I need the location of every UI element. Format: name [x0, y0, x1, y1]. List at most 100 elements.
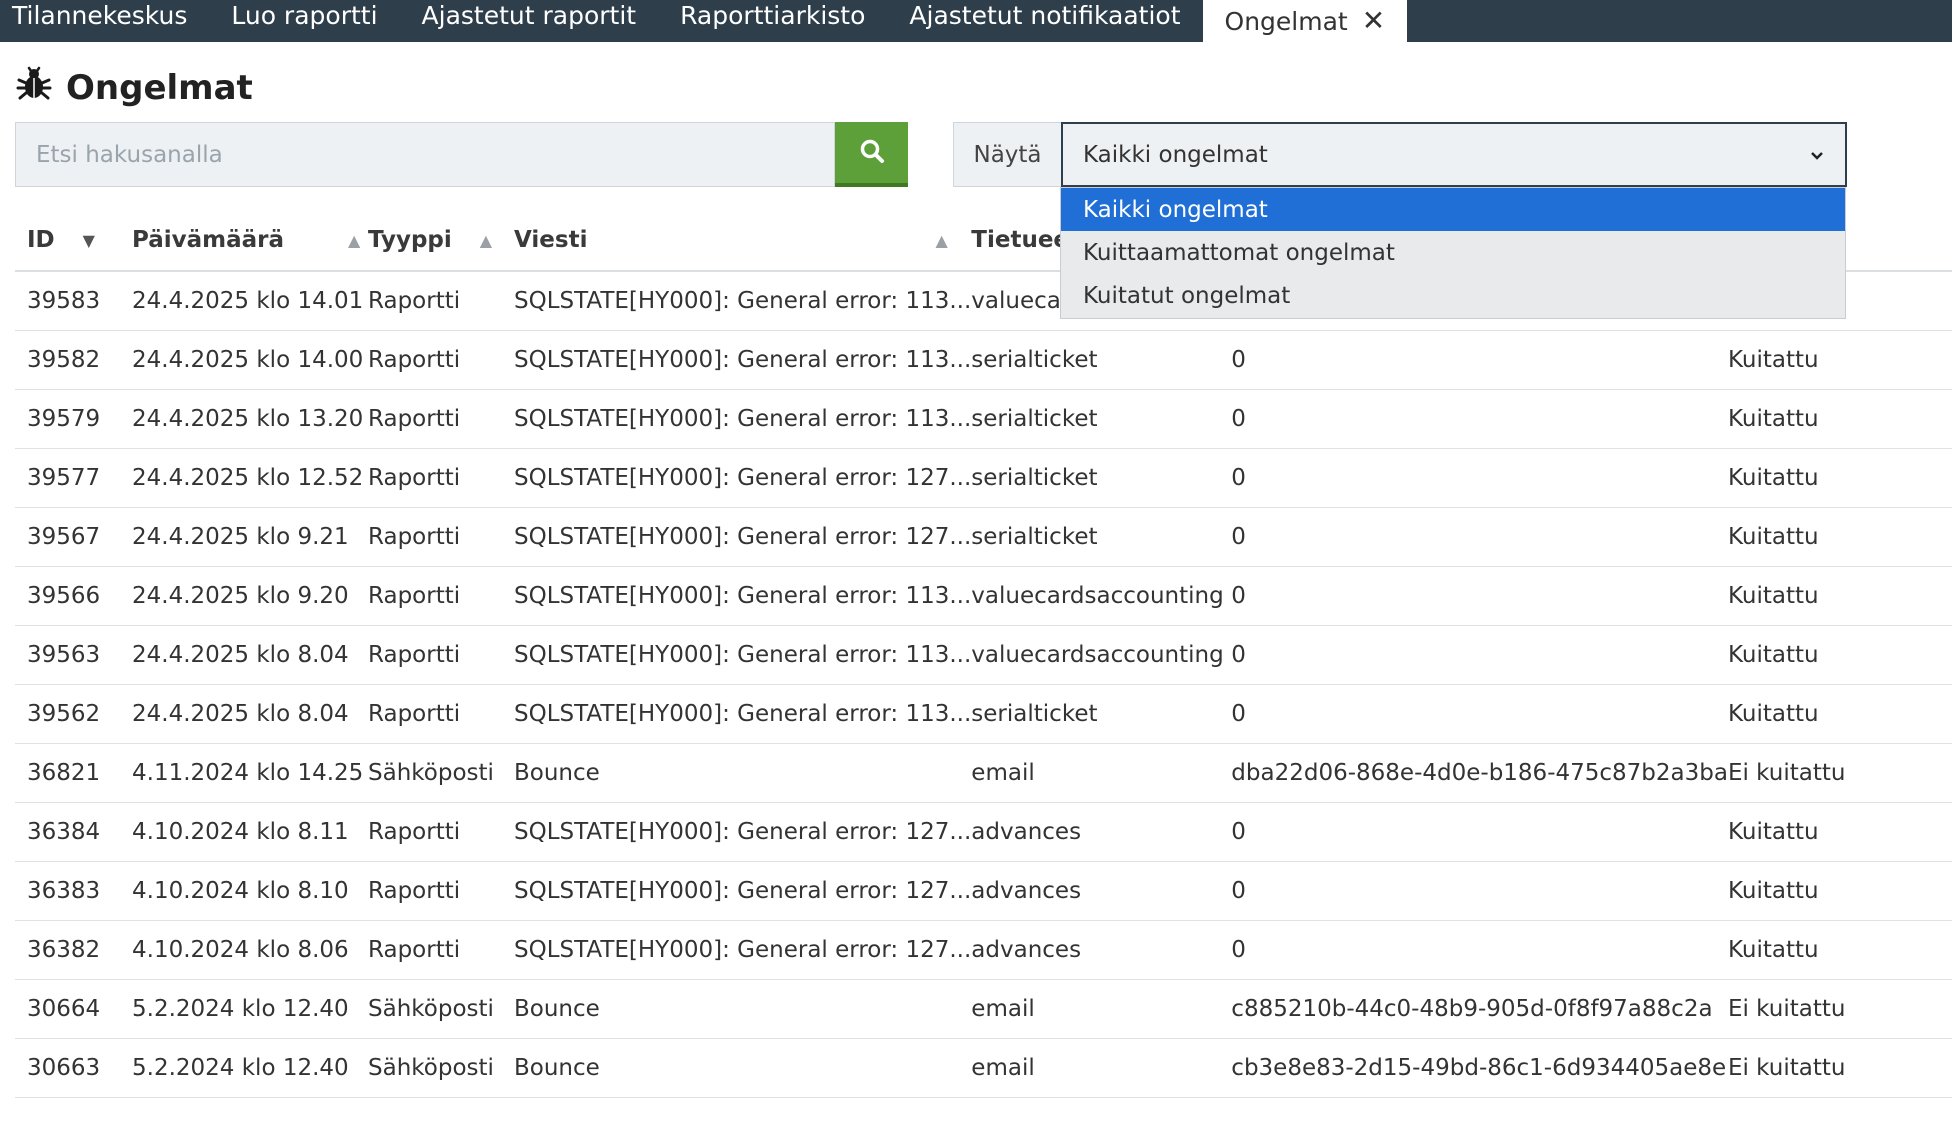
cell-message: SQLSTATE[HY000]: General error: 113... [514, 389, 972, 449]
cell-record: serialticket [971, 330, 1232, 390]
page-title-text: Ongelmat [66, 68, 253, 108]
cell-type: Raportti [368, 684, 514, 744]
cell-id: 39577 [15, 448, 132, 508]
issues-table: ID ▼ Päivämäärä ▲ Tyyppi ▲ Viesti ▲ Tiet… [15, 210, 1952, 1098]
cell-message: SQLSTATE[HY000]: General error: 113... [514, 271, 972, 331]
tab-luo-raportti[interactable]: Luo raportti [209, 0, 399, 36]
cell-date: 24.4.2025 klo 8.04 [132, 625, 368, 685]
cell-status: Kuitattu [1727, 389, 1952, 449]
cell-reference: 0 [1231, 802, 1728, 862]
cell-date: 24.4.2025 klo 14.00 [132, 330, 368, 390]
cell-record: email [971, 1038, 1232, 1098]
cell-reference: 0 [1231, 507, 1728, 567]
table-row[interactable]: 39562 24.4.2025 klo 8.04 Raportti SQLSTATE[… [15, 684, 1952, 744]
tab-tilannekeskus[interactable]: Tilannekeskus [0, 0, 209, 36]
cell-date: 5.2.2024 klo 12.40 [132, 979, 368, 1039]
cell-date: 5.2.2024 klo 12.40 [132, 1038, 368, 1098]
cell-message: SQLSTATE[HY000]: General error: 113... [514, 625, 972, 685]
sort-asc-icon: ▲ [479, 231, 493, 250]
column-header-date[interactable]: Päivämäärä ▲ [132, 210, 368, 272]
page-title: Ongelmat [16, 64, 253, 112]
top-navigation: Tilannekeskus Luo raportti Ajastetut rap… [0, 0, 1952, 42]
cell-type: Raportti [368, 271, 514, 331]
cell-message: Bounce [514, 1038, 972, 1098]
table-row[interactable]: 30663 5.2.2024 klo 12.40 Sähköposti Bounce e… [15, 1038, 1952, 1098]
cell-type: Raportti [368, 507, 514, 567]
cell-record: email [971, 979, 1232, 1039]
table-row[interactable]: 39567 24.4.2025 klo 9.21 Raportti SQLSTATE[… [15, 507, 1952, 567]
close-icon[interactable]: ✕ [1362, 7, 1385, 35]
cell-record: serialticket [971, 448, 1232, 508]
cell-record: advances [971, 920, 1232, 980]
cell-type: Raportti [368, 330, 514, 390]
cell-message: SQLSTATE[HY000]: General error: 113... [514, 330, 972, 390]
filter-select[interactable]: Kaikki ongelmat [1061, 122, 1847, 187]
cell-reference: 0 [1231, 625, 1728, 685]
cell-status: Kuitattu [1727, 566, 1952, 626]
column-header-label: Tyyppi [368, 227, 452, 253]
filter-option-kuitatut[interactable]: Kuitatut ongelmat [1061, 274, 1845, 317]
table-row[interactable]: 39563 24.4.2025 klo 8.04 Raportti SQLSTATE[… [15, 625, 1952, 685]
cell-reference: 0 [1231, 448, 1728, 508]
table-row[interactable]: 39577 24.4.2025 klo 12.52 Raportti SQLSTATE… [15, 448, 1952, 508]
column-header-type[interactable]: Tyyppi ▲ [368, 210, 514, 272]
cell-message: SQLSTATE[HY000]: General error: 127... [514, 861, 972, 921]
cell-record: serialticket [971, 507, 1232, 567]
search-button[interactable] [835, 122, 908, 187]
cell-status: Ei kuitattu [1727, 1038, 1952, 1098]
filter-option-kuittaamattomat[interactable]: Kuittaamattomat ongelmat [1061, 231, 1845, 274]
cell-id: 39562 [15, 684, 132, 744]
cell-reference: 0 [1231, 684, 1728, 744]
cell-message: SQLSTATE[HY000]: General error: 127... [514, 448, 972, 508]
table-row[interactable]: 39582 24.4.2025 klo 14.00 Raportti SQLSTATE… [15, 330, 1952, 390]
tab-ajastetut-notifikaatiot[interactable]: Ajastetut notifikaatiot [887, 0, 1202, 36]
cell-type: Raportti [368, 861, 514, 921]
table-row[interactable]: 30664 5.2.2024 klo 12.40 Sähköposti Bounce e… [15, 979, 1952, 1039]
cell-type: Sähköposti [368, 979, 514, 1039]
column-header-id[interactable]: ID ▼ [15, 210, 132, 272]
tab-ajastetut-raportit[interactable]: Ajastetut raportit [400, 0, 659, 36]
cell-type: Raportti [368, 448, 514, 508]
filter-option-kaikki[interactable]: Kaikki ongelmat [1061, 188, 1845, 231]
table-row[interactable]: 36382 4.10.2024 klo 8.06 Raportti SQLSTATE[… [15, 920, 1952, 980]
cell-status: Kuitattu [1727, 802, 1952, 862]
cell-type: Raportti [368, 566, 514, 626]
cell-message: SQLSTATE[HY000]: General error: 127... [514, 802, 972, 862]
cell-record: email [971, 743, 1232, 803]
column-header-label: ID [27, 227, 55, 253]
column-header-message[interactable]: Viesti ▲ [514, 210, 972, 272]
cell-status: Kuitattu [1727, 448, 1952, 508]
chevron-down-icon [1809, 142, 1825, 168]
column-header-label: Päivämäärä [132, 227, 285, 253]
cell-type: Raportti [368, 389, 514, 449]
cell-date: 24.4.2025 klo 8.04 [132, 684, 368, 744]
cell-message: SQLSTATE[HY000]: General error: 113... [514, 684, 972, 744]
search-input[interactable] [15, 122, 835, 187]
cell-date: 24.4.2025 klo 9.21 [132, 507, 368, 567]
tab-raporttiarkisto[interactable]: Raporttiarkisto [658, 0, 887, 36]
cell-id: 36382 [15, 920, 132, 980]
cell-reference: dba22d06-868e-4d0e-b186-475c87b2a3ba [1231, 743, 1728, 803]
cell-record: advances [971, 802, 1232, 862]
tab-ongelmat[interactable]: Ongelmat ✕ [1202, 0, 1408, 42]
table-row[interactable]: 36384 4.10.2024 klo 8.11 Raportti SQLSTATE[… [15, 802, 1952, 862]
cell-id: 39583 [15, 271, 132, 331]
table-row[interactable]: 36821 4.11.2024 klo 14.25 Sähköposti Bounce… [15, 743, 1952, 803]
cell-message: SQLSTATE[HY000]: General error: 127... [514, 507, 972, 567]
cell-date: 24.4.2025 klo 12.52 [132, 448, 368, 508]
table-row[interactable]: 39579 24.4.2025 klo 13.20 Raportti SQLSTATE… [15, 389, 1952, 449]
cell-id: 39563 [15, 625, 132, 685]
cell-reference: 0 [1231, 389, 1728, 449]
table-row[interactable]: 39566 24.4.2025 klo 9.20 Raportti SQLSTATE[… [15, 566, 1952, 626]
cell-date: 4.11.2024 klo 14.25 [132, 743, 368, 803]
search-bar [15, 122, 908, 187]
bug-icon [16, 66, 52, 111]
cell-status: Kuitattu [1727, 684, 1952, 744]
cell-status: Kuitattu [1727, 625, 1952, 685]
cell-reference: 0 [1231, 861, 1728, 921]
table-row[interactable]: 36383 4.10.2024 klo 8.10 Raportti SQLSTATE[… [15, 861, 1952, 921]
cell-message: Bounce [514, 979, 972, 1039]
cell-id: 39579 [15, 389, 132, 449]
cell-type: Raportti [368, 802, 514, 862]
cell-record: valuecardsaccounting [971, 625, 1232, 685]
